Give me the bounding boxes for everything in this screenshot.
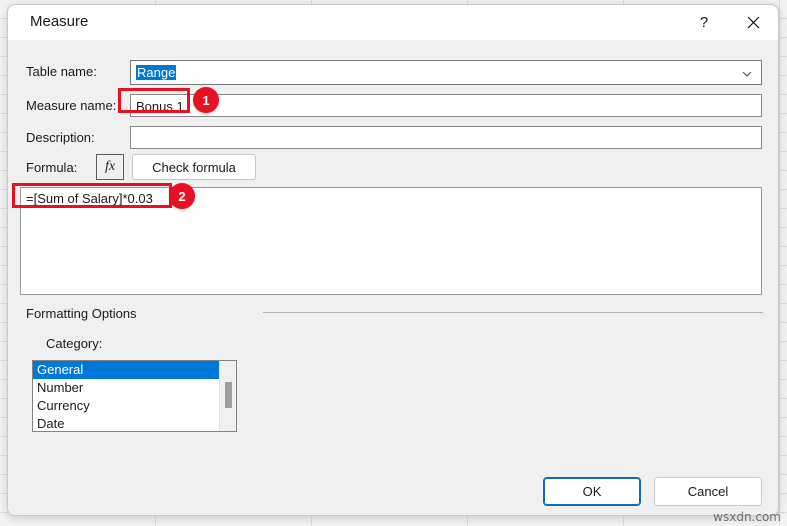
formatting-options-group-label: Formatting Options — [26, 306, 137, 321]
group-separator — [263, 312, 763, 313]
description-label: Description: — [26, 130, 95, 145]
list-item[interactable]: General — [33, 361, 236, 379]
category-listbox[interactable]: General Number Currency Date — [32, 360, 237, 432]
list-item[interactable]: Currency — [33, 397, 236, 415]
formula-value: =[Sum of Salary]*0.03 — [26, 191, 153, 206]
help-button[interactable]: ? — [681, 5, 727, 40]
dialog-title: Measure — [30, 13, 89, 30]
measure-name-value: Bonus 1 — [136, 99, 184, 114]
measure-name-label: Measure name: — [26, 98, 117, 113]
close-icon — [747, 16, 760, 29]
chevron-down-icon — [741, 67, 753, 79]
description-input[interactable] — [130, 126, 762, 149]
cancel-button[interactable]: Cancel — [654, 477, 762, 506]
close-button[interactable] — [730, 5, 776, 40]
category-scrollbar[interactable] — [219, 361, 236, 431]
list-item[interactable]: Number — [33, 379, 236, 397]
measure-name-input[interactable]: Bonus 1 — [130, 94, 762, 117]
check-formula-label: Check formula — [152, 159, 236, 175]
check-formula-button[interactable]: Check formula — [132, 154, 256, 180]
cancel-button-label: Cancel — [687, 484, 729, 499]
fx-icon: fx — [104, 159, 116, 174]
annotation-badge-1: 1 — [193, 87, 219, 113]
scrollbar-thumb[interactable] — [225, 382, 232, 408]
fx-button[interactable]: fx — [96, 154, 124, 180]
annotation-badge-2: 2 — [169, 183, 195, 209]
measure-dialog: Measure ? Table name: Range Measure name… — [7, 4, 779, 516]
table-name-value: Range — [136, 65, 177, 80]
watermark: wsxdn.com — [713, 510, 781, 524]
dialog-body: Table name: Range Measure name: Bonus 1 … — [8, 40, 778, 515]
dialog-titlebar: Measure ? — [8, 5, 778, 40]
category-label: Category: — [46, 336, 103, 351]
table-name-combobox[interactable]: Range — [130, 60, 762, 85]
formula-editor[interactable]: =[Sum of Salary]*0.03 — [20, 187, 762, 295]
help-icon: ? — [699, 14, 709, 31]
formula-label: Formula: — [26, 160, 78, 175]
ok-button-label: OK — [582, 484, 602, 499]
list-item[interactable]: Date — [33, 415, 236, 431]
table-name-label: Table name: — [26, 64, 97, 79]
ok-button[interactable]: OK — [543, 477, 641, 506]
